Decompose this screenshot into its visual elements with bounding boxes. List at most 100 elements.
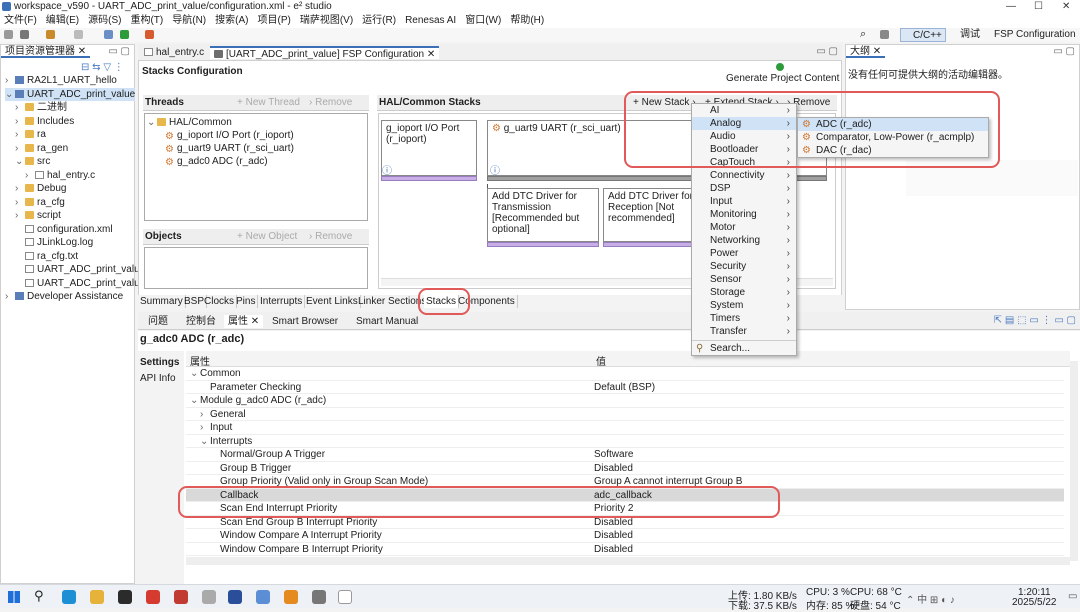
- tab-api-info[interactable]: API Info: [140, 373, 176, 384]
- file-explorer-icon[interactable]: [90, 590, 104, 604]
- remove-thread-button[interactable]: › Remove: [309, 97, 352, 108]
- expand-icon[interactable]: ›: [200, 408, 210, 422]
- open-perspective-icon[interactable]: [880, 30, 889, 39]
- explorer-item[interactable]: › ra_gen: [15, 142, 68, 155]
- generate-project-content[interactable]: Generate Project Content: [726, 73, 839, 84]
- device-icon[interactable]: [256, 590, 270, 604]
- new-object-button[interactable]: + New Object: [237, 231, 297, 242]
- search-icon[interactable]: ⌕: [860, 28, 866, 41]
- tab-interrupts[interactable]: Interrupts: [258, 295, 306, 308]
- menu-item-monitoring[interactable]: Monitoring ›: [692, 208, 796, 221]
- explorer-item[interactable]: › hal_entry.c: [25, 169, 95, 182]
- edge-icon[interactable]: [62, 590, 76, 604]
- menu-search[interactable]: 搜索(A): [215, 14, 248, 28]
- app-icon[interactable]: [118, 590, 132, 604]
- tab-settings[interactable]: Settings: [140, 357, 179, 368]
- explorer-item[interactable]: › ra: [15, 128, 46, 141]
- tab-summary[interactable]: Summary: [138, 295, 186, 308]
- debug-icon[interactable]: [104, 30, 113, 39]
- tab-problems[interactable]: 问题: [144, 315, 172, 328]
- close-button[interactable]: ✕: [1062, 1, 1070, 12]
- menu-refactor[interactable]: 重构(T): [130, 14, 163, 28]
- property-row[interactable]: Normal/Group A Trigger Software: [186, 448, 1064, 462]
- menu-renesas-ai[interactable]: Renesas AI: [405, 14, 456, 28]
- property-row[interactable]: ⌄ Common: [186, 367, 1064, 381]
- expand-icon[interactable]: ›: [5, 74, 15, 87]
- tab-clocks[interactable]: Clocks: [202, 295, 238, 308]
- explorer-item[interactable]: ⌄ src: [15, 155, 50, 168]
- menu-project[interactable]: 项目(P): [257, 14, 290, 28]
- menu-navigate[interactable]: 导航(N): [172, 14, 206, 28]
- explorer-item[interactable]: JLinkLog.log: [15, 236, 93, 249]
- menu-item-input[interactable]: Input ›: [692, 195, 796, 208]
- property-row[interactable]: ⌄ Interrupts: [186, 435, 1064, 448]
- tab-pins[interactable]: Pins: [234, 295, 259, 308]
- menu-edit[interactable]: 编辑(E): [46, 14, 79, 28]
- menu-item-sensor[interactable]: Sensor ›: [692, 273, 796, 286]
- external-tools-icon[interactable]: [145, 30, 154, 39]
- explorer-item[interactable]: ra_cfg.txt: [15, 250, 78, 263]
- expand-icon[interactable]: ›: [200, 421, 210, 435]
- menu-search-item[interactable]: ⚲ Search...: [692, 342, 796, 355]
- menu-item-security[interactable]: Security ›: [692, 260, 796, 273]
- perspective-debug[interactable]: 调试: [960, 28, 980, 42]
- menu-item-storage[interactable]: Storage ›: [692, 286, 796, 299]
- card-dtc-transmission[interactable]: Add DTC Driver for Transmission [Recomme…: [487, 188, 599, 242]
- properties-hscrollbar[interactable]: [186, 557, 1070, 565]
- tab-hal-entry[interactable]: hal_entry.c: [140, 46, 208, 59]
- search-icon[interactable]: ⚲: [34, 588, 44, 604]
- clock-date[interactable]: 2025/5/22: [1012, 597, 1057, 608]
- explorer-item[interactable]: › script: [15, 209, 61, 222]
- card-ioport[interactable]: g_ioport I/O Port (r_ioport): [381, 120, 477, 176]
- tray-icons[interactable]: ⌃ 中 ⊞ ◐ ♪: [906, 591, 955, 606]
- new-icon[interactable]: [4, 30, 13, 39]
- menu-renesas-views[interactable]: 瑞萨视图(V): [300, 14, 353, 28]
- vertical-scrollbar[interactable]: [1070, 361, 1078, 561]
- tab-properties[interactable]: 属性 ✕: [224, 315, 264, 328]
- build-icon[interactable]: [46, 30, 55, 39]
- pdf-icon[interactable]: [146, 590, 160, 604]
- expand-icon[interactable]: ›: [15, 196, 25, 209]
- menu-item-power[interactable]: Power ›: [692, 247, 796, 260]
- collapse-all-icon[interactable]: ⊟ ⇆ ▽ ⋮: [81, 62, 124, 73]
- expand-icon[interactable]: ›: [15, 128, 25, 141]
- tab-project-explorer[interactable]: 项目资源管理器 ✕: [1, 45, 91, 58]
- tab-fsp-configuration[interactable]: [UART_ADC_print_value] FSP Configuration…: [210, 46, 440, 60]
- explorer-item[interactable]: UART_ADC_print_value I: [15, 277, 151, 290]
- menu-window[interactable]: 窗口(W): [465, 14, 501, 28]
- menu-item-connectivity[interactable]: Connectivity ›: [692, 169, 796, 182]
- expand-icon[interactable]: ›: [15, 142, 25, 155]
- explorer-item[interactable]: configuration.xml: [15, 223, 113, 236]
- copy-icon[interactable]: [74, 30, 83, 39]
- notification-icon[interactable]: ▭: [1068, 591, 1077, 602]
- search-tool-icon[interactable]: [284, 590, 298, 604]
- explorer-item[interactable]: ⌄ UART_ADC_print_value: [5, 87, 135, 101]
- menu-source[interactable]: 源码(S): [88, 14, 121, 28]
- explorer-item[interactable]: UART_ADC_print_value I: [15, 263, 151, 276]
- menu-item-transfer[interactable]: Transfer ›: [692, 325, 796, 338]
- expand-icon[interactable]: ⌄: [190, 394, 200, 408]
- remove-object-button[interactable]: › Remove: [309, 231, 352, 242]
- outline-max-icon[interactable]: ▭ ▢: [1053, 46, 1075, 57]
- windows-start-icon[interactable]: [8, 591, 20, 603]
- editor-max-icon[interactable]: ▭ ▢: [816, 46, 838, 57]
- property-row[interactable]: Window Compare B Interrupt Priority Disab…: [186, 543, 1064, 556]
- stack-adc0[interactable]: ⚙ g_adc0 ADC (r_adc): [165, 155, 268, 168]
- property-row[interactable]: ⌄ Module g_adc0 ADC (r_adc): [186, 394, 1064, 408]
- expand-icon[interactable]: ›: [5, 290, 15, 303]
- explorer-item[interactable]: › Includes: [15, 115, 74, 128]
- expand-icon[interactable]: ›: [15, 182, 25, 195]
- new-thread-button[interactable]: + New Thread: [237, 97, 300, 108]
- thread-hal-common[interactable]: ⌄ HAL/Common: [147, 116, 232, 129]
- explorer-item[interactable]: › Developer Assistance: [5, 290, 123, 303]
- explorer-item[interactable]: › Debug: [15, 182, 66, 195]
- perspective-cc[interactable]: C/C++: [900, 28, 946, 42]
- stack-ioport[interactable]: ⚙ g_ioport I/O Port (r_ioport): [165, 129, 294, 142]
- tab-console[interactable]: 控制台: [182, 315, 220, 328]
- minimize-button[interactable]: —: [1006, 1, 1016, 12]
- e2studio-icon[interactable]: [228, 590, 242, 604]
- tab-event-links[interactable]: Event Links: [304, 295, 361, 308]
- generate-icon[interactable]: [776, 63, 784, 71]
- view-menu-icon[interactable]: ▭ ▢: [108, 46, 130, 57]
- terminal-icon[interactable]: [338, 590, 352, 604]
